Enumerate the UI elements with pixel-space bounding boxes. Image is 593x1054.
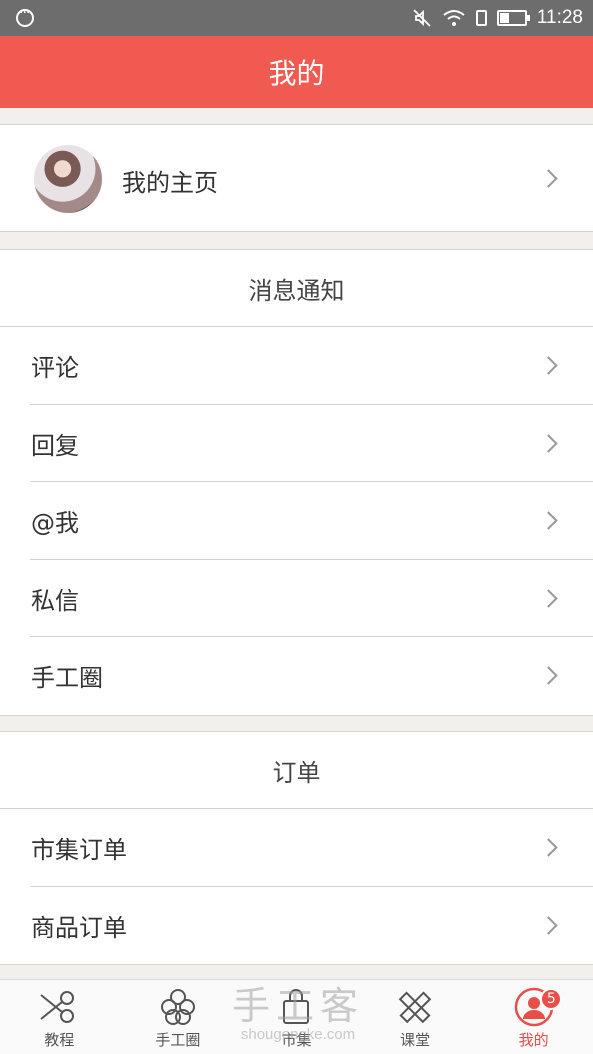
more-dots-icon xyxy=(16,5,34,27)
tab-label: 课堂 xyxy=(400,1031,431,1049)
list-item-replies[interactable]: 回复 xyxy=(0,405,593,483)
list-item-product-orders[interactable]: 商品订单 xyxy=(0,887,593,965)
tab-market[interactable]: 市集 xyxy=(237,980,356,1054)
tab-mine[interactable]: 5 我的 xyxy=(474,980,593,1054)
tab-label: 教程 xyxy=(44,1031,75,1049)
tab-label: 我的 xyxy=(518,1031,549,1049)
list-item-private-messages[interactable]: 私信 xyxy=(0,560,593,638)
profile-row[interactable]: 我的主页 xyxy=(0,124,593,232)
battery-icon xyxy=(496,10,530,26)
list-item-label: 手工圈 xyxy=(31,664,103,693)
chevron-right-icon xyxy=(539,838,558,857)
flower-icon xyxy=(160,989,195,1025)
tab-craft-circle[interactable]: 手工圈 xyxy=(119,980,238,1054)
list-item-label: 市集订单 xyxy=(31,836,127,865)
section-heading: 消息通知 xyxy=(0,250,593,327)
profile-label: 我的主页 xyxy=(122,169,218,197)
chevron-right-icon xyxy=(539,356,558,375)
notification-badge: 5 xyxy=(540,988,563,1010)
tab-tutorials[interactable]: 教程 xyxy=(0,980,119,1054)
tab-label: 市集 xyxy=(281,1031,312,1049)
chevron-right-icon xyxy=(539,915,558,935)
chevron-right-icon xyxy=(539,433,558,453)
tab-label: 手工圈 xyxy=(155,1031,201,1049)
notifications-section: 消息通知 评论 回复 @我 私信 手工圈 xyxy=(0,249,593,716)
section-heading: 订单 xyxy=(0,732,593,809)
wifi-icon xyxy=(443,10,465,26)
tab-classroom[interactable]: 课堂 xyxy=(356,980,475,1054)
list-item-label: 回复 xyxy=(31,431,79,460)
sim-card-icon xyxy=(475,10,487,26)
chevron-right-icon xyxy=(539,588,558,608)
status-time: 11:28 xyxy=(536,7,583,28)
chevron-right-icon xyxy=(539,666,558,685)
list-item-craft-circle[interactable]: 手工圈 xyxy=(0,637,593,715)
list-item-label: 商品订单 xyxy=(31,913,127,942)
scissors-icon xyxy=(40,991,75,1023)
list-item-label: @我 xyxy=(31,509,79,538)
bottom-tab-bar: 教程 手工圈 市集 课堂 5 我的 xyxy=(0,979,593,1054)
list-item-label: 评论 xyxy=(31,354,79,383)
title-bar: 我的 xyxy=(0,36,593,108)
chevron-right-icon xyxy=(539,511,558,530)
mute-icon xyxy=(413,9,431,27)
pencil-ruler-icon xyxy=(398,991,432,1024)
list-item-comments[interactable]: 评论 xyxy=(0,327,593,405)
chevron-right-icon xyxy=(539,169,558,188)
list-item-label: 私信 xyxy=(31,586,79,615)
shopping-bag-icon xyxy=(283,989,310,1024)
list-item-mentions[interactable]: @我 xyxy=(0,482,593,560)
page-title: 我的 xyxy=(268,57,325,90)
list-item-market-orders[interactable]: 市集订单 xyxy=(0,809,593,887)
status-bar: 11:28 xyxy=(0,0,593,36)
avatar xyxy=(34,145,102,213)
orders-section: 订单 市集订单 商品订单 xyxy=(0,731,593,965)
